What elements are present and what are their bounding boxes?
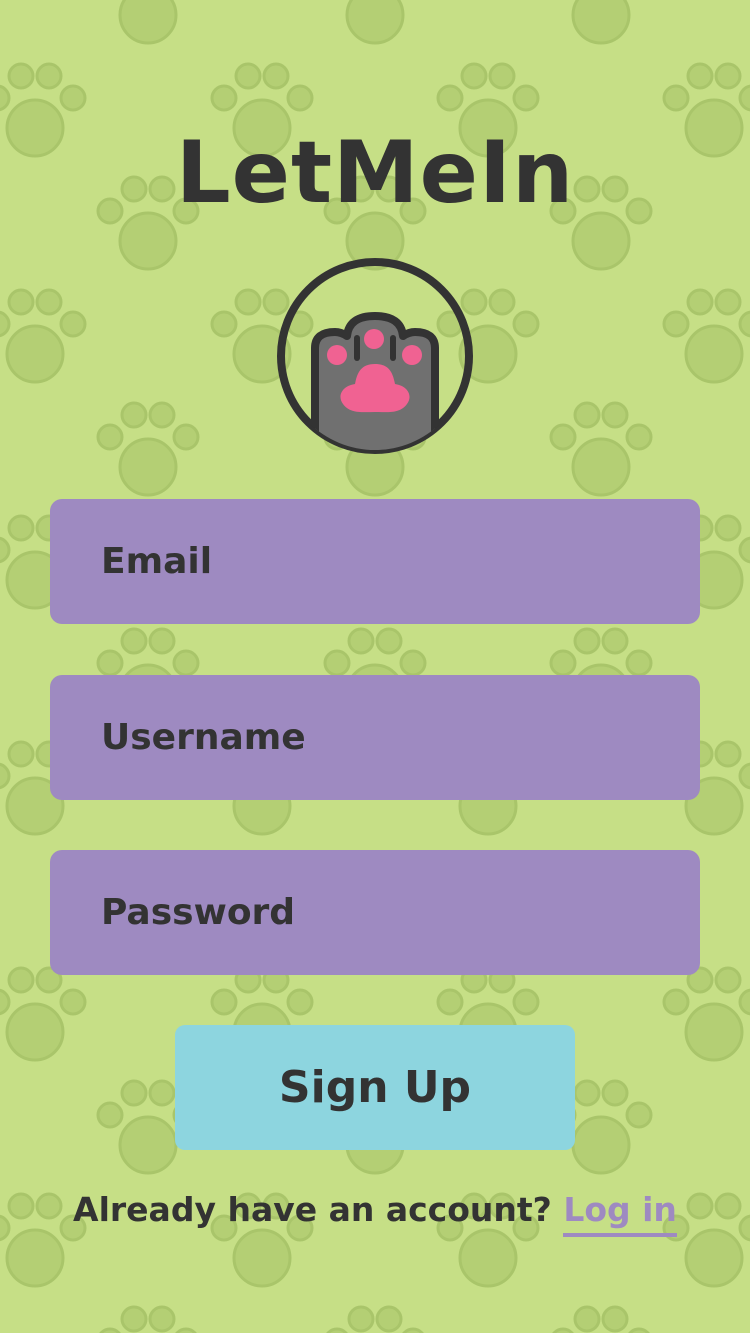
paw-print [662,966,750,1062]
username-field[interactable] [50,675,700,800]
paw-print [0,966,87,1062]
paw-print [549,401,653,497]
paw-print [99,1305,197,1333]
paw-print [0,288,87,384]
username-input[interactable] [101,717,661,758]
paw-print [326,1305,424,1333]
login-prompt: Already have an account? Log in [0,1190,750,1237]
paw-print [118,0,178,45]
login-prompt-text: Already have an account? [73,1190,552,1229]
password-field[interactable] [50,850,700,975]
email-field[interactable] [50,499,700,624]
paw-print [662,288,750,384]
password-input[interactable] [101,892,661,933]
paw-print [552,1305,650,1333]
login-link[interactable]: Log in [563,1190,677,1237]
email-input[interactable] [101,541,661,582]
app-title: LetMeIn [175,123,575,223]
paw-print [571,0,631,45]
paw-print [345,0,405,45]
cat-paw-icon [277,258,473,454]
paw-print [96,401,200,497]
signup-button[interactable]: Sign Up [175,1025,575,1150]
